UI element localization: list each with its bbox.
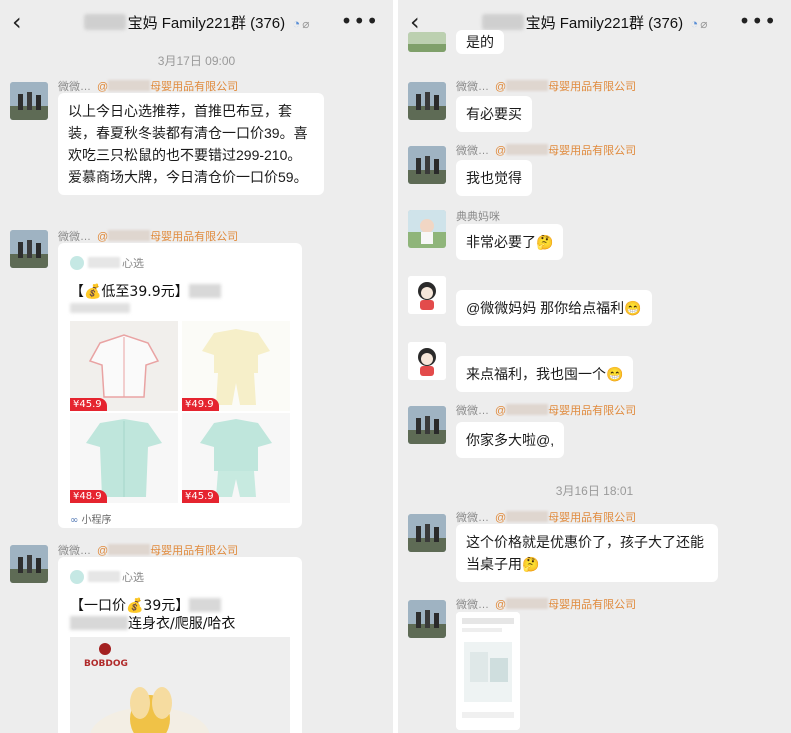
avatar[interactable] [408,82,446,120]
screenshot-stage: ‹ 宝妈 Family221群 (376) ◔ ⌀ ••• 3月17日 09:00… [0,0,791,733]
brand-logo-icon [70,570,84,584]
more-dots-icon[interactable]: ••• [739,9,777,33]
sender-name: 典典妈咪 [456,211,500,223]
product-image[interactable]: BOBDOG [70,637,290,733]
sender-name: 微微… @ 母婴用品有限公司 [456,511,637,524]
sender-name: 微微… @ 母婴用品有限公司 [58,80,239,93]
chat-title-text: 宝妈 Family221群 [127,15,246,32]
sender-name: 微微… @ 母婴用品有限公司 [456,80,637,93]
chat-title: 宝妈 Family221群 (376) ◔ ⌀ [0,12,393,33]
card-title: 【💰低至39.9元】 [70,281,221,301]
member-count: (376) [648,15,684,32]
avatar[interactable] [408,276,446,314]
message-bubble[interactable]: 我也觉得 [456,160,532,196]
avatar[interactable] [10,230,48,268]
avatar[interactable] [408,514,446,552]
member-count: (376) [250,15,286,32]
avatar[interactable] [408,600,446,638]
brand-logo: BOBDOG [84,659,128,669]
card-brand: 心选 [70,569,144,585]
chat-bubble-icon: ◔ [292,16,301,31]
chat-panel-right: ‹ 宝妈 Family221群 (376) ◔ ⌀ ••• 是的 微微… @ 母婴用品… [398,0,791,733]
mini-program-card[interactable]: 心选 【一口价💰39元】 连身衣/爬服/哈衣 BOBDOG [58,557,302,733]
brand-logo-icon [70,256,84,270]
avatar[interactable] [408,210,446,248]
chat-bubble-icon: ◔ [690,16,699,31]
message-bubble[interactable]: 非常必要了🤔 [456,224,564,260]
product-tile[interactable]: ¥45.9 [182,413,290,503]
avatar[interactable] [408,406,446,444]
message-bubble[interactable]: 来点福利，我也囤一个😁 [456,356,634,392]
card-brand: 心选 [70,255,144,271]
message-bubble[interactable]: 这个价格就是优惠价了，孩子大了还能当桌子用🤔 [456,524,718,582]
sender-name: 微微… @ 母婴用品有限公司 [456,404,637,417]
chat-title-text: 宝妈 Family221群 [525,15,644,32]
message-bubble[interactable]: @微微妈妈 那你给点福利😁 [456,290,652,326]
sender-name: 微微… @ 母婴用品有限公司 [456,598,637,611]
card-subtitle: 连身衣/爬服/哈衣 [70,613,235,633]
price-tag: ¥48.9 [70,490,107,503]
redacted-subtitle [70,303,130,313]
timestamp: 3月17日 09:00 [157,54,236,68]
product-tile[interactable]: ¥48.9 [70,413,178,503]
product-tile[interactable]: ¥49.9 [182,321,290,411]
price-tag: ¥49.9 [182,398,219,411]
message-bubble[interactable]: 是的 [456,30,504,54]
sender-name: 微微… @ 母婴用品有限公司 [58,230,239,243]
message-bubble[interactable]: 你家多大啦@, [456,422,565,458]
avatar[interactable] [408,146,446,184]
nav-bar: ‹ 宝妈 Family221群 (376) ◔ ⌀ ••• [0,0,393,46]
mini-program-card[interactable]: 心选 【💰低至39.9元】 ¥45.9 ¥49.9 ¥48.9 ¥45.9 ∞ … [58,243,302,528]
price-tag: ¥45.9 [70,398,107,411]
avatar[interactable] [408,32,446,52]
redacted-block [481,14,524,30]
redacted-block [83,14,126,30]
avatar[interactable] [408,342,446,380]
sender-name: 微微… @ 母婴用品有限公司 [456,144,637,157]
timestamp: 3月16日 18:01 [555,484,634,498]
card-title: 【一口价💰39元】 [70,595,222,615]
mini-program-label: ∞ 小程序 [70,515,112,526]
price-tag: ¥45.9 [182,490,219,503]
avatar[interactable] [10,545,48,583]
more-dots-icon[interactable]: ••• [341,9,379,33]
chat-panel-left: ‹ 宝妈 Family221群 (376) ◔ ⌀ ••• 3月17日 09:00… [0,0,393,733]
link-icon: ∞ [70,515,79,526]
sender-name: 微微… @ 母婴用品有限公司 [58,544,239,557]
mute-bell-icon: ⌀ [302,17,310,31]
product-image-message[interactable] [456,612,520,730]
avatar[interactable] [10,82,48,120]
message-bubble[interactable]: 有必要买 [456,96,532,132]
message-bubble[interactable]: 以上今日心选推荐，首推巴布豆，套装，春夏秋冬装都有清仓一口价39。喜欢吃三只松鼠… [58,93,324,195]
product-tile[interactable]: ¥45.9 [70,321,178,411]
chat-title: 宝妈 Family221群 (376) ◔ ⌀ [398,12,791,33]
mute-bell-icon: ⌀ [700,17,708,31]
